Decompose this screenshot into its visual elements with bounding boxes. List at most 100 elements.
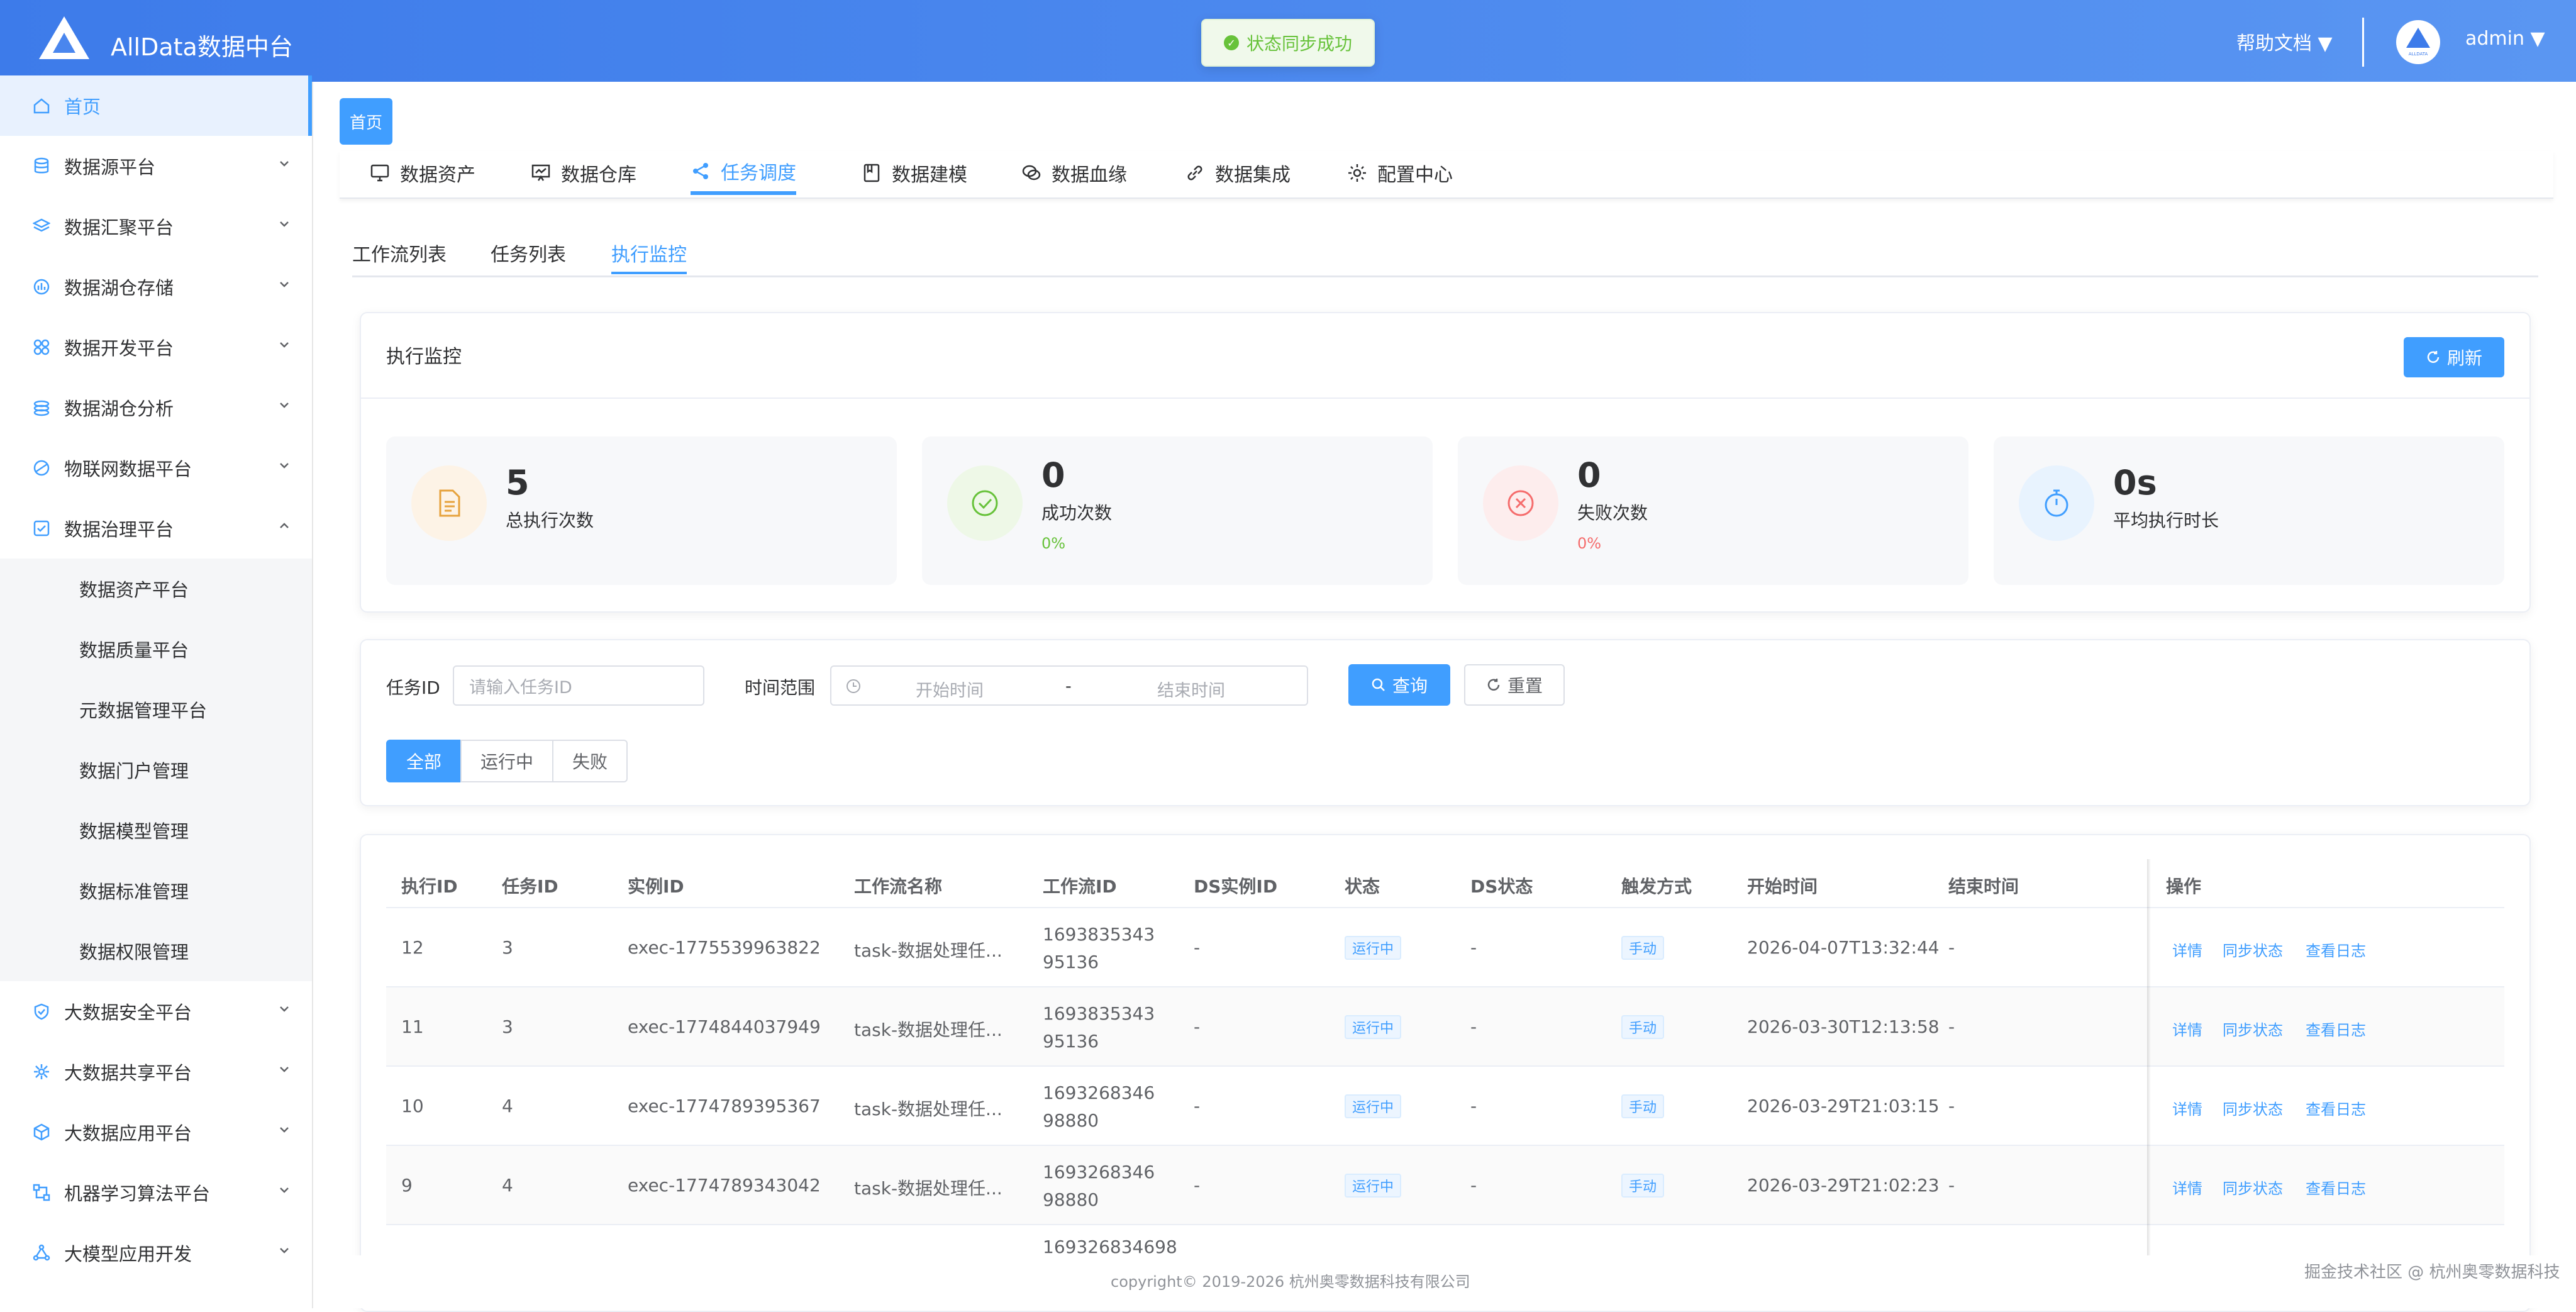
- cell-start-time: 2026-03-29T21:03:15: [1747, 1096, 1940, 1116]
- stat-success: 0 成功次数 0%: [922, 436, 1433, 585]
- cell-ds-status: -: [1470, 1175, 1477, 1196]
- tab-data-lineage[interactable]: 数据血缘: [1021, 151, 1127, 195]
- detail-link[interactable]: 详情: [2172, 1097, 2202, 1119]
- col-status: 状态: [1345, 876, 1380, 897]
- cell-start-time: 2026-03-29T21:02:23: [1747, 1175, 1940, 1196]
- trigger-badge: 手动: [1621, 1015, 1665, 1039]
- refresh-button[interactable]: 刷新: [2404, 337, 2504, 377]
- sidebar-subitem-portal[interactable]: 数据门户管理: [0, 740, 312, 800]
- reset-button[interactable]: 重置: [1464, 664, 1565, 706]
- check-circle-icon: ✓: [1223, 35, 1239, 50]
- grid-icon: [31, 337, 52, 357]
- sidebar-item-governance[interactable]: 数据治理平台: [0, 498, 312, 559]
- tab-config-center[interactable]: 配置中心: [1347, 151, 1453, 195]
- end-time-input[interactable]: 结束时间: [1157, 677, 1225, 701]
- tab-task-list[interactable]: 任务列表: [491, 239, 566, 272]
- app-title: AllData数据中台: [111, 33, 293, 61]
- cell-end-time: -: [1948, 937, 1955, 958]
- search-icon: [1372, 678, 1385, 691]
- cell-end-time: -: [1948, 1096, 1955, 1116]
- sidebar-subitem-permission[interactable]: 数据权限管理: [0, 921, 312, 981]
- filter-failed-button[interactable]: 失败: [552, 740, 628, 782]
- sync-status-link[interactable]: 同步状态: [2223, 1097, 2283, 1119]
- date-range-picker[interactable]: 开始时间 - 结束时间: [830, 665, 1308, 706]
- sidebar-subitem-quality[interactable]: 数据质量平台: [0, 619, 312, 679]
- sidebar-item-datasource[interactable]: 数据源平台: [0, 136, 312, 196]
- help-docs-dropdown[interactable]: 帮助文档 ▼: [2236, 28, 2333, 55]
- llm-icon: [31, 1243, 52, 1263]
- sync-status-link[interactable]: 同步状态: [2223, 1176, 2283, 1198]
- sidebar-item-share[interactable]: 大数据共享平台: [0, 1042, 312, 1102]
- user-menu[interactable]: admin ▼: [2465, 28, 2545, 50]
- cell-workflow-id: 169326834698880: [1043, 1082, 1155, 1131]
- cell-workflow-id: 169383534395136: [1043, 924, 1155, 972]
- sidebar-item-lake-storage[interactable]: 数据湖仓存储: [0, 257, 312, 317]
- sidebar-subitem-standard[interactable]: 数据标准管理: [0, 860, 312, 921]
- stat-success-value: 0: [1041, 455, 1065, 495]
- query-button[interactable]: 查询: [1348, 664, 1450, 706]
- stopwatch-icon: [2019, 465, 2094, 541]
- table-row: 10 4 exec-1774789395367 task-数据处理任... 16…: [386, 1067, 2504, 1146]
- tab-execution-monitor[interactable]: 执行监控: [611, 239, 687, 274]
- shield-icon: [31, 1001, 52, 1021]
- view-log-link[interactable]: 查看日志: [2306, 1176, 2366, 1198]
- sidebar-subitem-model[interactable]: 数据模型管理: [0, 800, 312, 860]
- start-time-input[interactable]: 开始时间: [916, 677, 984, 701]
- chevron-down-icon: [280, 342, 289, 348]
- sidebar-item-home[interactable]: 首页: [0, 75, 312, 136]
- sidebar-item-iot[interactable]: 物联网数据平台: [0, 438, 312, 498]
- time-range-label: 时间范围: [745, 677, 816, 698]
- view-log-link[interactable]: 查看日志: [2306, 938, 2366, 960]
- stat-total-value: 5: [506, 463, 530, 503]
- cell-workflow-name: task-数据处理任...: [854, 1178, 1002, 1199]
- table-row-partial: 169326834698: [386, 1225, 2504, 1255]
- cell-workflow-id: 169383534395136: [1043, 1003, 1155, 1052]
- sidebar-item-security[interactable]: 大数据安全平台: [0, 981, 312, 1042]
- cell-workflow-name: task-数据处理任...: [854, 940, 1002, 961]
- module-nav: 数据资产 数据仓库 任务调度 数据建模 数据血缘 数据集成 配置中心: [340, 151, 2553, 199]
- sidebar-item-ml[interactable]: 机器学习算法平台: [0, 1162, 312, 1223]
- detail-link[interactable]: 详情: [2172, 1018, 2202, 1040]
- tab-workflow-list[interactable]: 工作流列表: [352, 239, 447, 272]
- monitor-title: 执行监控: [386, 346, 462, 368]
- sync-status-link[interactable]: 同步状态: [2223, 938, 2283, 960]
- home-icon: [31, 96, 52, 116]
- sidebar-subitem-asset[interactable]: 数据资产平台: [0, 559, 312, 619]
- home-tag[interactable]: 首页: [340, 98, 392, 145]
- tab-data-asset[interactable]: 数据资产: [370, 151, 475, 195]
- view-log-link[interactable]: 查看日志: [2306, 1097, 2366, 1119]
- tab-data-warehouse[interactable]: 数据仓库: [531, 151, 636, 195]
- trigger-badge: 手动: [1621, 1174, 1665, 1198]
- filter-all-button[interactable]: 全部: [386, 740, 462, 782]
- detail-link[interactable]: 详情: [2172, 1176, 2202, 1198]
- tab-data-integration[interactable]: 数据集成: [1185, 151, 1291, 195]
- cell-ds-status: -: [1470, 1096, 1477, 1116]
- sidebar-item-llm[interactable]: 大模型应用开发: [0, 1223, 312, 1283]
- col-workflow-id: 工作流ID: [1043, 876, 1117, 897]
- tab-task-schedule[interactable]: 任务调度: [691, 151, 796, 195]
- sync-status-link[interactable]: 同步状态: [2223, 1018, 2283, 1040]
- cell-ds-status: -: [1470, 937, 1477, 958]
- tab-data-modeling[interactable]: 数据建模: [862, 151, 967, 195]
- table-row: 11 3 exec-1774844037949 task-数据处理任... 16…: [386, 987, 2504, 1067]
- stat-failed-value: 0: [1577, 455, 1601, 495]
- detail-link[interactable]: 详情: [2172, 938, 2202, 960]
- avatar[interactable]: ALLDATA: [2396, 20, 2440, 64]
- sidebar-item-application[interactable]: 大数据应用平台: [0, 1102, 312, 1162]
- sidebar-item-lake-analysis[interactable]: 数据湖仓分析: [0, 377, 312, 438]
- status-badge: 运行中: [1345, 1094, 1402, 1118]
- chart-board-icon: [531, 164, 550, 181]
- chevron-down-icon: [280, 403, 289, 408]
- sidebar-subitem-metadata[interactable]: 元数据管理平台: [0, 679, 312, 740]
- view-log-link[interactable]: 查看日志: [2306, 1018, 2366, 1040]
- sidebar-item-aggregation[interactable]: 数据汇聚平台: [0, 196, 312, 257]
- cell-task-id: 4: [502, 1096, 513, 1116]
- cell-start-time: 2026-03-30T12:13:58: [1747, 1016, 1940, 1037]
- table-row: 9 4 exec-1774789343042 task-数据处理任... 169…: [386, 1146, 2504, 1225]
- sidebar-item-dev[interactable]: 数据开发平台: [0, 317, 312, 377]
- stat-total-label: 总执行次数: [506, 510, 594, 531]
- filter-running-button[interactable]: 运行中: [460, 740, 553, 782]
- close-circle-icon: [1483, 465, 1558, 541]
- task-id-input[interactable]: 请输入任务ID: [453, 665, 704, 706]
- chevron-up-icon: [280, 523, 289, 528]
